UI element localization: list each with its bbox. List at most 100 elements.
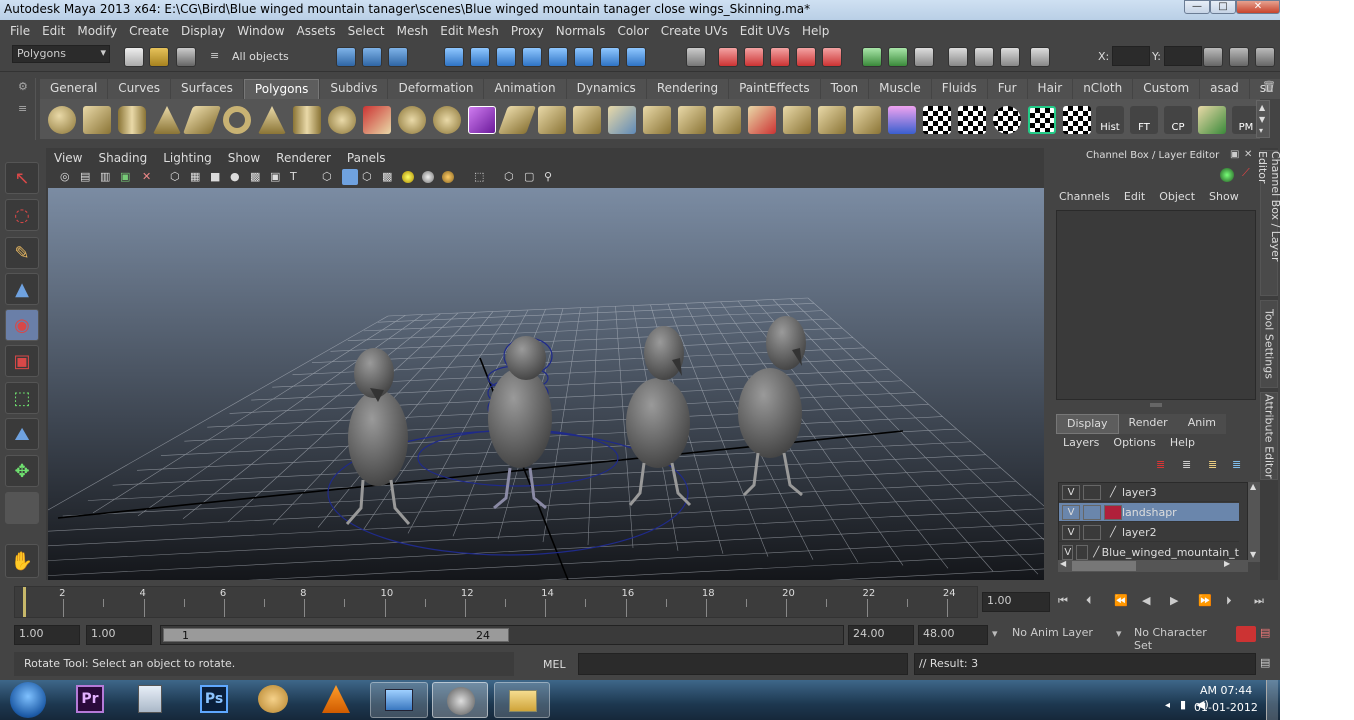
start-time-field[interactable]: 1.00 <box>14 625 80 645</box>
mask-curves-icon[interactable] <box>496 47 516 67</box>
lock-selection-icon[interactable] <box>686 47 706 67</box>
menu-modify[interactable]: Modify <box>71 24 123 38</box>
vp-menu-panels[interactable]: Panels <box>339 151 394 165</box>
tab-muscle[interactable]: Muscle <box>869 79 931 99</box>
mask-rendering-icon[interactable] <box>600 47 620 67</box>
current-time-marker[interactable] <box>23 587 26 617</box>
poly-cylinder-icon[interactable] <box>118 106 146 134</box>
render-settings-icon[interactable] <box>1030 47 1050 67</box>
grid-icon[interactable]: ✕ <box>142 170 151 183</box>
menu-select[interactable]: Select <box>342 24 391 38</box>
poke-icon[interactable] <box>853 106 881 134</box>
vp-menu-view[interactable]: View <box>46 151 90 165</box>
open-scene-icon[interactable] <box>149 47 169 67</box>
layer-visibility-toggle[interactable]: V <box>1062 484 1080 500</box>
range-slider[interactable]: 1 24 <box>160 625 844 645</box>
anim-layer-dropdown[interactable]: No Anim Layer <box>1008 625 1110 645</box>
camera-attributes-icon[interactable]: ▤ <box>80 170 90 183</box>
chamfer-icon[interactable] <box>818 106 846 134</box>
motion-blur-icon[interactable]: ▢ <box>524 170 534 183</box>
side-tab-attribute-editor[interactable]: Attribute Editor <box>1260 392 1278 480</box>
step-back-key-icon[interactable]: ⏴ <box>1086 594 1092 608</box>
wireframe-icon[interactable]: ⬡ <box>170 170 180 183</box>
camera-select-icon[interactable]: ◎ <box>60 170 70 183</box>
manipulator-icon[interactable]: ⟋ <box>1242 166 1250 180</box>
tab-hair[interactable]: Hair <box>1027 79 1073 99</box>
layer-display-type[interactable] <box>1083 524 1101 540</box>
select-object-icon[interactable] <box>362 47 382 67</box>
play-backwards-icon[interactable]: ◀ <box>1142 594 1150 607</box>
show-tool-settings-icon[interactable] <box>1229 47 1249 67</box>
tab-dynamics[interactable]: Dynamics <box>566 79 646 99</box>
poly-prism-icon[interactable] <box>258 106 286 134</box>
float-panel-icon[interactable]: ▣ <box>1230 149 1239 160</box>
combine-icon[interactable] <box>363 106 391 134</box>
menu-file[interactable]: File <box>4 24 36 38</box>
selection-mask-icon[interactable]: ≡ <box>210 49 219 62</box>
menu-edit[interactable]: Edit <box>36 24 71 38</box>
mask-surfaces-icon[interactable] <box>522 47 542 67</box>
sculpt-geometry-icon[interactable] <box>888 106 916 134</box>
premiere-icon[interactable]: Pr <box>76 685 104 713</box>
isolate-select-icon[interactable]: ⬡ <box>322 170 332 183</box>
shelf-handle[interactable]: ⚙ ≡ <box>14 78 36 140</box>
snap-point-icon[interactable] <box>770 47 790 67</box>
planar-mapping-icon[interactable] <box>923 106 951 134</box>
clock-date[interactable]: 01-01-2012 <box>1194 701 1258 714</box>
scroll-right-icon[interactable]: ▶ <box>1224 559 1230 568</box>
render-view-icon[interactable] <box>948 47 968 67</box>
separate-icon[interactable] <box>398 106 426 134</box>
shaded-wireframe-icon[interactable]: ■ <box>210 170 220 183</box>
tab-fur[interactable]: Fur <box>987 79 1027 99</box>
scale-tool-icon[interactable]: ▣ <box>5 345 39 377</box>
menu-edit-uvs[interactable]: Edit UVs <box>734 24 796 38</box>
hud-icon[interactable]: ⬡ <box>504 170 514 183</box>
snap-view-plane-icon[interactable] <box>796 47 816 67</box>
layer-row[interactable]: V ╱ layer3 <box>1059 483 1239 502</box>
auto-key-icon[interactable] <box>1236 626 1256 642</box>
poly-soccer-ball-icon[interactable] <box>328 106 356 134</box>
menu-mesh[interactable]: Mesh <box>391 24 435 38</box>
poly-pipe-icon[interactable] <box>293 106 321 134</box>
taskbar-item-explorer[interactable] <box>494 682 550 718</box>
chevron-down-icon[interactable]: ▾ <box>1116 627 1122 640</box>
scroll-up-icon[interactable]: ▲ <box>1250 482 1256 491</box>
mask-handles-icon[interactable] <box>444 47 464 67</box>
show-manipulator-icon[interactable]: ✥ <box>5 455 39 487</box>
save-scene-icon[interactable] <box>176 47 196 67</box>
channel-menu-edit[interactable]: Edit <box>1117 190 1152 206</box>
maximize-button[interactable]: □ <box>1210 0 1236 14</box>
layer-menu-layers[interactable]: Layers <box>1056 436 1106 452</box>
layer-visibility-toggle[interactable]: V <box>1062 524 1080 540</box>
merge-edge-icon[interactable] <box>748 106 776 134</box>
poly-plane-icon[interactable] <box>182 106 222 134</box>
layer-color-swatch[interactable]: ╱ <box>1091 545 1102 560</box>
menu-set-dropdown[interactable]: Polygons ▾ <box>12 45 110 63</box>
animation-preferences-icon[interactable]: ▤ <box>1260 626 1270 639</box>
share-icon[interactable]: ⚲ <box>544 170 552 183</box>
close-panel-icon[interactable]: ✕ <box>1244 149 1252 160</box>
selection-mask-label[interactable]: All objects <box>232 50 289 63</box>
all-lights-icon[interactable] <box>422 171 434 183</box>
show-hidden-icons-icon[interactable]: ◂ <box>1165 700 1170 711</box>
tab-custom[interactable]: Custom <box>1133 79 1200 99</box>
layer-tab-render[interactable]: Render <box>1118 414 1178 434</box>
spherical-mapping-icon[interactable] <box>993 106 1021 134</box>
layer-menu-options[interactable]: Options <box>1106 436 1162 452</box>
start-button-icon[interactable] <box>10 682 46 718</box>
taskbar-item-maya[interactable] <box>432 682 488 718</box>
rotate-tool-icon[interactable]: ◉ <box>5 309 39 341</box>
uv-texture-editor-icon[interactable] <box>1063 106 1091 134</box>
minimize-button[interactable]: — <box>1184 0 1210 14</box>
channel-menu-show[interactable]: Show <box>1202 190 1246 206</box>
freeze-transform-button[interactable]: FT <box>1130 106 1158 134</box>
close-button[interactable]: ✕ <box>1236 0 1280 14</box>
layer-display-type[interactable] <box>1076 544 1088 560</box>
playback-end-field[interactable]: 24.00 <box>848 625 914 645</box>
x-input[interactable] <box>1112 46 1150 66</box>
show-channel-box-icon[interactable] <box>1255 47 1275 67</box>
time-ruler[interactable]: 2 4 6 8 10 12 14 16 18 20 22 24 <box>14 586 978 618</box>
manipulator-tool-icon[interactable]: ⬚ <box>5 382 39 414</box>
default-light-icon[interactable] <box>402 171 414 183</box>
3d-viewport[interactable] <box>48 188 1044 580</box>
